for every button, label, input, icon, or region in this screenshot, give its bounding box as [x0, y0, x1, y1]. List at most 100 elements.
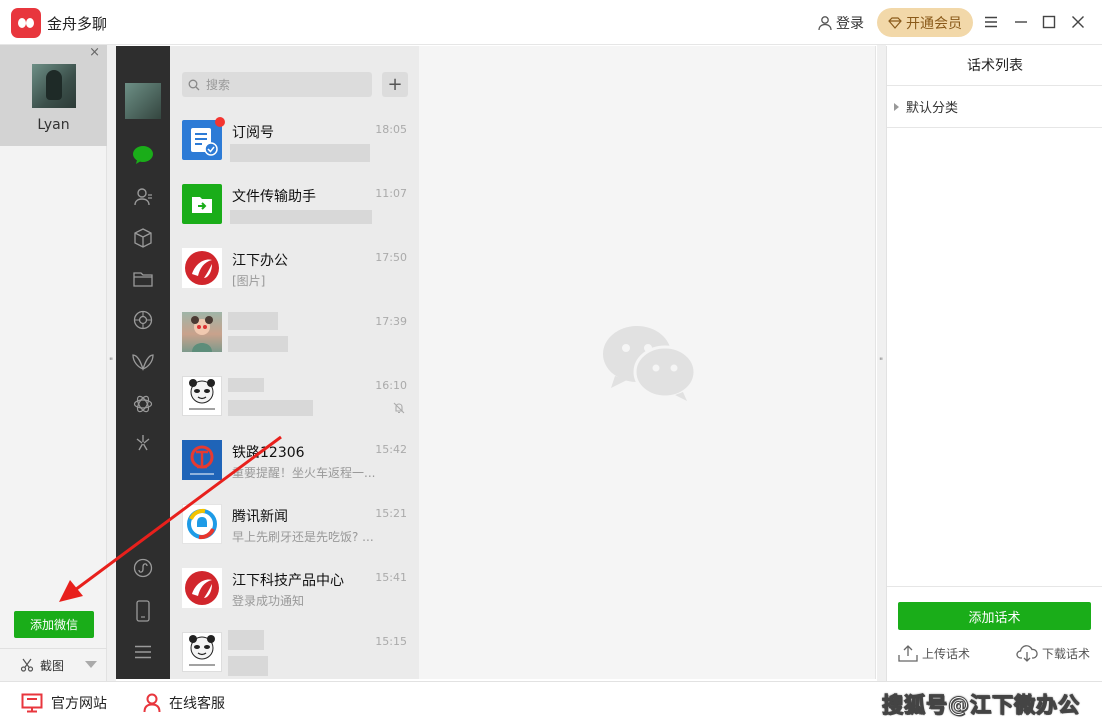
maximize-icon[interactable] — [1039, 12, 1059, 32]
folder-icon[interactable] — [131, 267, 155, 291]
blurred-preview — [228, 336, 288, 352]
upload-label: 上传话术 — [922, 646, 971, 661]
channels-icon[interactable] — [131, 350, 155, 374]
chat-name: 江下办公 — [232, 253, 288, 269]
add-wechat-button[interactable]: 添加微信 — [14, 611, 94, 638]
scripts-panel-title: 话术列表 — [887, 46, 1102, 86]
minimize-icon[interactable] — [1011, 12, 1031, 32]
file-transfer-icon — [182, 184, 222, 224]
upload-script-button[interactable]: 上传话术 — [898, 644, 970, 662]
vip-label: 开通会员 — [906, 15, 962, 32]
footer: 官方网站 在线客服 搜狐号@江下微办公 — [0, 681, 1102, 722]
moments-icon[interactable] — [131, 308, 155, 332]
avatar — [32, 64, 76, 108]
splitter-right[interactable]: " — [877, 45, 886, 681]
add-chat-button[interactable]: + — [382, 72, 408, 97]
chat-row[interactable]: 腾讯新闻 15:21 早上先刷牙还是先吃饭? ... — [170, 492, 419, 556]
mute-icon — [393, 402, 405, 414]
download-script-button[interactable]: 下载话术 — [1016, 644, 1090, 662]
jiangxia-logo — [182, 248, 222, 288]
blurred-preview — [230, 144, 370, 162]
monitor-icon — [21, 693, 43, 713]
contacts-icon[interactable] — [131, 185, 155, 209]
splitter-left[interactable]: " — [107, 45, 116, 681]
blurred-preview — [228, 656, 268, 676]
app-title: 金舟多聊 — [47, 15, 108, 33]
search-placeholder: 搜索 — [206, 78, 231, 92]
chat-name: 订阅号 — [232, 125, 274, 141]
chat-time: 16:10 — [375, 379, 407, 392]
chat-time: 11:07 — [375, 187, 407, 200]
add-script-button[interactable]: 添加话术 — [898, 602, 1091, 630]
screenshot-button[interactable]: 截图 — [0, 648, 107, 681]
chat-name: 铁路12306 — [232, 445, 305, 461]
search-feature-icon[interactable] — [131, 392, 155, 416]
watermark-credit: 搜狐号@江下微办公 — [882, 693, 1080, 718]
railway-logo — [182, 440, 222, 480]
chat-time: 17:50 — [375, 251, 407, 264]
blurred-name — [228, 312, 278, 330]
mini-program-icon[interactable] — [131, 431, 155, 455]
chat-name: 江下科技产品中心 — [232, 573, 344, 589]
chat-row[interactable]: 铁路12306 15:42 重要提醒！坐火车返程一... — [170, 428, 419, 492]
remove-account-icon[interactable]: × — [89, 45, 100, 60]
user-icon — [818, 16, 832, 31]
jiangxia-logo — [182, 568, 222, 608]
upload-icon — [898, 645, 918, 662]
title-bar: 金舟多聊 登录 开通会员 — [0, 0, 1102, 45]
login-button[interactable]: 登录 — [817, 13, 864, 33]
avatar[interactable] — [125, 83, 161, 119]
website-link[interactable]: 官方网站 — [21, 693, 107, 713]
chat-row[interactable]: 17:39 — [170, 300, 419, 364]
phone-icon[interactable] — [131, 599, 155, 623]
chat-time: 17:39 — [375, 315, 407, 328]
chat-row[interactable]: 文件传输助手 11:07 — [170, 172, 419, 236]
account-item[interactable]: × Lyan — [0, 45, 107, 146]
menu-icon[interactable] — [131, 640, 155, 664]
tencent-news-logo — [182, 504, 222, 544]
chat-row[interactable]: 江下办公 17:50 [图片] — [170, 236, 419, 300]
vip-button[interactable]: 开通会员 — [877, 8, 973, 37]
chat-preview: 重要提醒！坐火车返程一... — [232, 466, 376, 480]
contact-photo — [182, 312, 222, 352]
chat-row[interactable]: 15:15 — [170, 620, 419, 679]
scissors-icon — [20, 658, 34, 672]
category-label: 默认分类 — [906, 101, 959, 116]
chat-row[interactable]: 16:10 — [170, 364, 419, 428]
screenshot-label: 截图 — [40, 658, 65, 673]
menu-icon[interactable] — [981, 12, 1001, 32]
account-name: Lyan — [37, 117, 70, 133]
chevron-down-icon[interactable] — [85, 661, 97, 668]
chat-row[interactable]: 订阅号 18:05 — [170, 108, 419, 172]
customer-service-link[interactable]: 在线客服 — [143, 693, 225, 713]
chat-preview: 早上先刷牙还是先吃饭? ... — [232, 530, 374, 544]
service-person-icon — [143, 693, 161, 713]
close-icon[interactable] — [1068, 12, 1088, 32]
cloud-download-icon — [1016, 645, 1038, 662]
unread-badge — [215, 117, 225, 127]
favorites-icon[interactable] — [131, 226, 155, 250]
chat-list: 搜索 + 订阅号 18:05 文件传输助手 11:07 江下办公 17:50 [… — [170, 46, 419, 679]
chat-icon[interactable] — [131, 143, 155, 167]
chat-time: 15:41 — [375, 571, 407, 584]
mini-programs-icon[interactable] — [131, 556, 155, 580]
wechat-watermark-icon — [603, 326, 697, 401]
wechat-sidebar — [116, 46, 170, 679]
download-label: 下载话术 — [1042, 646, 1091, 661]
blurred-preview — [230, 210, 372, 224]
chat-time: 15:21 — [375, 507, 407, 520]
script-category[interactable]: 默认分类 — [887, 86, 1102, 128]
search-input[interactable]: 搜索 — [182, 72, 372, 97]
scripts-panel: 话术列表 默认分类 添加话术 上传话术 下载话术 — [886, 46, 1102, 681]
blurred-name — [228, 630, 264, 650]
chat-time: 15:42 — [375, 443, 407, 456]
login-label: 登录 — [836, 16, 864, 32]
chat-pane — [419, 46, 876, 679]
chat-preview: [图片] — [232, 274, 266, 288]
panda-meme — [182, 632, 222, 672]
app-logo-icon — [11, 8, 41, 38]
chevron-right-icon — [894, 102, 899, 111]
website-label: 官方网站 — [51, 696, 107, 712]
chat-row[interactable]: 江下科技产品中心 15:41 登录成功通知 — [170, 556, 419, 620]
chat-time: 15:15 — [375, 635, 407, 648]
